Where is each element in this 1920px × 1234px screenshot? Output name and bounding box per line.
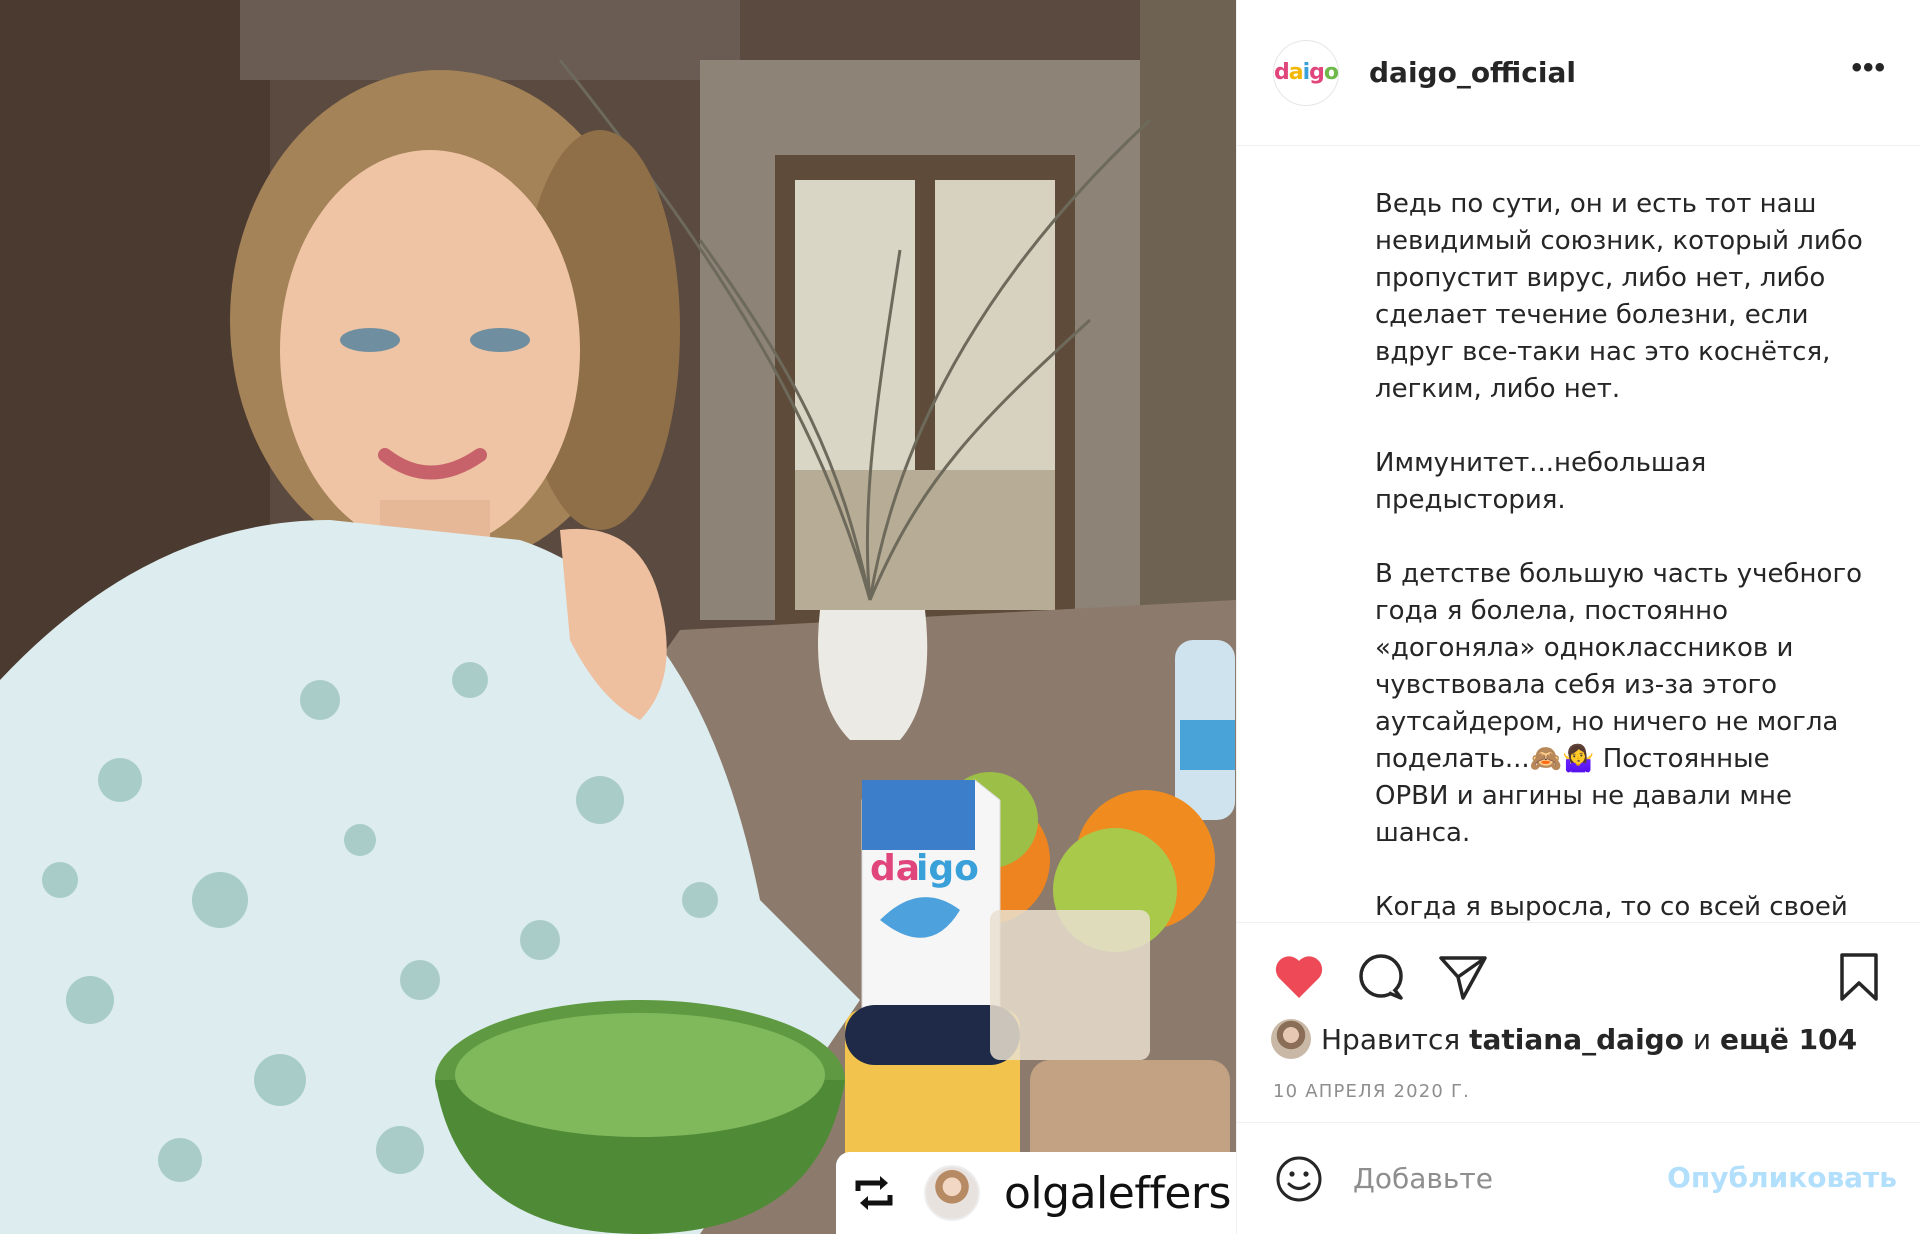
heart-icon[interactable] [1271,949,1327,1005]
likes-others[interactable]: ещё 104 [1720,1023,1857,1056]
repost-username[interactable]: olgaleffers [1004,1168,1231,1219]
svg-text:igo: igo [916,848,979,889]
product-box: da igo [861,779,1001,1031]
caption-paragraph: Иммунитет...небольшая предыстория. [1375,448,1707,515]
emoji-icon[interactable] [1271,1151,1327,1207]
caption-paragraph: В детстве большую часть учебного года я … [1375,559,1863,848]
repost-icon [848,1167,900,1219]
account-avatar[interactable]: daigo [1273,39,1339,106]
svg-text:da: da [870,848,920,889]
post-photo[interactable]: da igo olgaleffers [0,0,1236,1234]
more-options-icon[interactable]: ••• [1851,53,1886,83]
liker-username[interactable]: tatiana_daigo [1469,1023,1684,1056]
bookmark-icon[interactable] [1831,949,1887,1005]
post-header: daigo daigo_official ••• [1237,0,1920,146]
comment-icon[interactable] [1353,949,1409,1005]
likes-connector: и [1692,1022,1712,1056]
post-date[interactable]: 10 АПРЕЛЯ 2020 Г. [1273,1081,1470,1102]
paper-plane-icon[interactable] [1435,949,1491,1005]
post-caption: Ведь по сути, он и есть тот наш невидимы… [1375,146,1895,922]
daigo-logo: daigo [1273,60,1339,85]
post-sidebar: daigo daigo_official ••• Ведь по сути, о… [1236,0,1920,1234]
account-username[interactable]: daigo_official [1369,56,1576,89]
comment-bar: Опубликовать [1237,1122,1920,1234]
comment-input[interactable] [1353,1162,1653,1195]
liker-avatar [1271,1019,1311,1059]
repost-attribution[interactable]: olgaleffers [836,1152,1236,1234]
publish-button[interactable]: Опубликовать [1667,1161,1897,1194]
likes-summary[interactable]: Нравится tatiana_daigo и ещё 104 [1271,1019,1857,1059]
caption-paragraph: Ведь по сути, он и есть тот наш невидимы… [1375,189,1863,404]
photo-scene: da igo [0,0,1236,1234]
caption-paragraph: Когда я выросла, то со всей своей [1375,892,1848,922]
repost-avatar [924,1165,980,1221]
likes-prefix: Нравится [1321,1022,1461,1056]
post-actions: Нравится tatiana_daigo и ещё 104 10 АПРЕ… [1237,922,1920,1122]
